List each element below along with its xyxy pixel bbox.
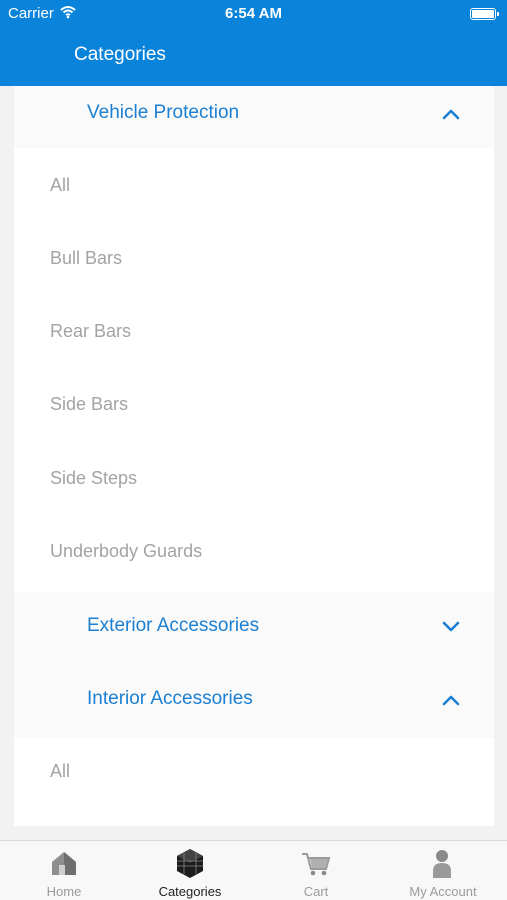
category-label: Interior Accessories — [87, 688, 253, 709]
category-header-vehicle-protection[interactable]: Vehicle Protection — [14, 86, 494, 148]
page-title: Categories — [74, 44, 166, 65]
subcategory-label: Side Steps — [50, 468, 138, 488]
tab-label: Cart — [303, 884, 329, 899]
status-bar: Carrier 6:54 AM — [0, 0, 507, 28]
subcategory-item[interactable]: Bull Bars — [14, 240, 494, 280]
app-header: Carrier 6:54 AM Categories — [0, 0, 507, 86]
subcategory-label: Bull Bars — [50, 248, 123, 268]
tab-label: Categories — [158, 884, 222, 899]
tab-bar: Home Categories Cart My Account — [0, 840, 507, 900]
subcategory-item[interactable]: Underbody Guards — [14, 533, 494, 573]
category-list: Vehicle Protection All Bull Bars Rear Ba… — [14, 86, 494, 826]
subcategory-item[interactable]: Side Steps — [14, 460, 494, 500]
category-label: Vehicle Protection — [87, 102, 240, 123]
subcategory-item[interactable]: All — [14, 753, 494, 793]
tab-label: My Account — [409, 884, 477, 899]
tab-my-account[interactable]: My Account — [380, 841, 506, 900]
user-icon — [433, 850, 451, 878]
subcategory-label: All — [50, 761, 71, 781]
cube-icon — [177, 849, 203, 878]
tab-categories[interactable]: Categories — [127, 841, 253, 900]
subcategory-label: Rear Bars — [50, 321, 132, 341]
status-time: 6:54 AM — [225, 5, 282, 22]
battery-icon — [470, 8, 499, 20]
subcategory-label: All — [50, 175, 71, 195]
subcategory-item[interactable]: Side Bars — [14, 386, 494, 426]
category-label: Exterior Accessories — [87, 615, 260, 636]
category-header-interior-accessories[interactable]: Interior Accessories — [14, 672, 494, 734]
tab-cart[interactable]: Cart — [253, 841, 379, 900]
subcategory-item[interactable]: All — [14, 167, 494, 207]
subcategory-item[interactable]: Rear Bars — [14, 313, 494, 353]
cart-icon — [302, 853, 331, 876]
category-header-exterior-accessories[interactable]: Exterior Accessories — [14, 599, 494, 661]
chevron-up-icon — [442, 695, 460, 706]
chevron-up-icon — [442, 109, 460, 120]
subcategory-label: Underbody Guards — [50, 541, 203, 561]
tab-label: Home — [46, 884, 82, 899]
subcategory-label: Side Bars — [50, 394, 129, 414]
chevron-down-icon — [442, 621, 460, 632]
home-icon — [52, 852, 76, 875]
tab-home[interactable]: Home — [1, 841, 127, 900]
